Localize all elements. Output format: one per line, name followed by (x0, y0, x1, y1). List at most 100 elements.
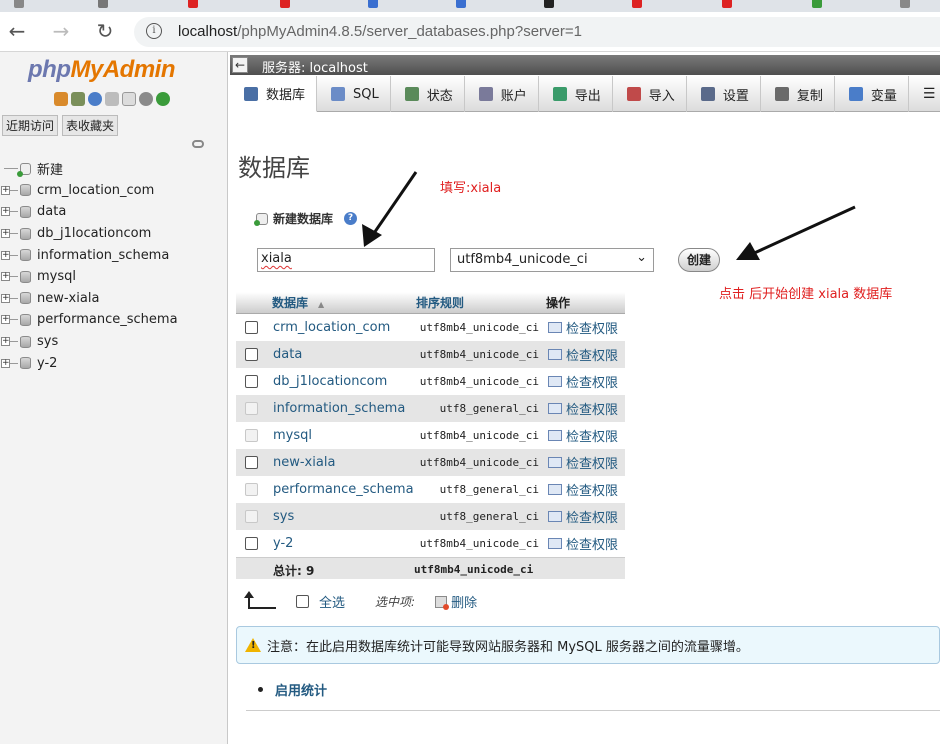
database-table: 数据库 ▲ 排序规则 操作 crm_location_com utf8mb4_uni… (236, 292, 625, 579)
database-name-link[interactable]: db_j1locationcom (273, 374, 387, 389)
select-all-checkbox[interactable] (296, 595, 309, 608)
expand-icon[interactable]: + (1, 315, 10, 325)
check-privileges-link[interactable]: 检查权限 (548, 372, 618, 391)
expand-icon[interactable]: + (1, 293, 10, 303)
check-privileges-label: 检查权限 (566, 376, 619, 391)
database-name-link[interactable]: performance_schema (273, 482, 414, 497)
expand-icon[interactable]: + (1, 185, 10, 195)
tree-item-database[interactable]: + db_j1locationcom (0, 223, 226, 245)
check-privileges-label: 检查权限 (566, 457, 619, 472)
favorites-button[interactable]: 表收藏夹 (62, 115, 119, 136)
expand-icon[interactable]: + (1, 272, 10, 282)
reload-icon[interactable]: ↻ (92, 18, 118, 44)
row-checkbox[interactable] (245, 348, 258, 361)
tree-item-label: y-2 (37, 355, 58, 371)
check-privileges-link[interactable]: 检查权限 (548, 318, 618, 337)
check-privileges-label: 检查权限 (566, 511, 619, 526)
check-privileges-link[interactable]: 检查权限 (548, 480, 618, 499)
row-checkbox[interactable] (245, 456, 258, 469)
url-field[interactable]: i localhost/phpMyAdmin4.8.5/server_datab… (134, 17, 940, 47)
gear-icon[interactable] (139, 92, 153, 106)
enable-statistics-link[interactable]: 启用统计 (258, 680, 327, 699)
tree-item-new[interactable]: 新建 (0, 158, 226, 180)
row-checkbox[interactable] (245, 321, 258, 334)
database-name-link[interactable]: crm_location_com (273, 320, 390, 335)
check-privileges-link[interactable]: 检查权限 (548, 507, 618, 526)
help-icon[interactable] (88, 92, 102, 106)
browser-tab[interactable] (188, 0, 198, 10)
tree-item-database[interactable]: + y-2 (0, 352, 226, 374)
delete-icon[interactable] (435, 595, 450, 610)
tree-item-database[interactable]: + new-xiala (0, 288, 226, 310)
column-header-database[interactable]: 数据库 ▲ (236, 294, 414, 311)
browser-tab[interactable] (812, 0, 822, 10)
link-icon[interactable] (192, 140, 204, 148)
select-all-label[interactable]: 全选 (319, 592, 345, 611)
enable-statistics-label: 启用统计 (275, 684, 328, 699)
database-collation: utf8mb4_unicode_ci (419, 348, 539, 361)
tab-favicon-icon (14, 0, 24, 8)
browser-tab[interactable] (900, 0, 910, 10)
database-name-link[interactable]: data (273, 347, 302, 362)
browser-tab[interactable] (280, 0, 290, 10)
expand-icon[interactable]: + (1, 250, 10, 260)
annotation-arrow-to-input (362, 171, 418, 247)
delete-button[interactable]: 删除 (451, 592, 477, 611)
expand-icon[interactable]: + (1, 358, 10, 368)
notice-text: 注意：在此启用数据库统计可能导致网站服务器和 MySQL 服务器之间的流量骤增。 (267, 639, 749, 655)
database-icon (20, 270, 31, 283)
row-checkbox[interactable] (245, 375, 258, 388)
recent-button[interactable]: 近期访问 (2, 115, 59, 136)
database-tree: 新建 + crm_location_com + data + db_j1locationc… (0, 158, 226, 374)
expand-icon[interactable]: + (1, 207, 10, 217)
sql-docs-icon[interactable] (122, 92, 136, 106)
database-name-link[interactable]: new-xiala (273, 455, 335, 470)
check-privileges-label: 检查权限 (566, 538, 619, 553)
tree-item-label: 新建 (37, 163, 64, 179)
tree-item-database[interactable]: + information_schema (0, 244, 226, 266)
database-name-link[interactable]: sys (273, 509, 294, 524)
forward-arrow-icon[interactable]: → (48, 18, 74, 44)
refresh-icon[interactable] (156, 92, 170, 106)
back-arrow-icon[interactable]: ← (4, 18, 30, 44)
tree-item-database[interactable]: + mysql (0, 266, 226, 288)
tree-item-database[interactable]: + performance_schema (0, 309, 226, 331)
docs-icon[interactable] (105, 92, 119, 106)
logout-icon[interactable] (71, 92, 85, 106)
database-icon (20, 357, 31, 370)
table-row: crm_location_com utf8mb4_unicode_ci 检查权限 (236, 314, 625, 341)
check-privileges-link[interactable]: 检查权限 (548, 534, 618, 553)
browser-tab[interactable] (632, 0, 642, 10)
browser-tab[interactable] (98, 0, 108, 10)
database-collation: utf8_general_ci (439, 402, 539, 415)
row-checkbox[interactable] (245, 537, 258, 550)
browser-tab[interactable] (544, 0, 554, 10)
tree-item-database[interactable]: + crm_location_com (0, 180, 226, 202)
expand-icon[interactable]: + (1, 229, 10, 239)
check-privileges-link[interactable]: 检查权限 (548, 426, 618, 445)
database-icon (20, 205, 31, 218)
database-name-link[interactable]: mysql (273, 428, 312, 443)
browser-tab[interactable] (14, 0, 24, 10)
browser-tab[interactable] (722, 0, 732, 10)
table-row: performance_schema utf8_general_ci 检查权限 (236, 476, 625, 503)
check-privileges-link[interactable]: 检查权限 (548, 453, 618, 472)
column-header-collation[interactable]: 排序规则 (414, 294, 546, 311)
database-name-link[interactable]: information_schema (273, 401, 405, 416)
expand-icon[interactable]: + (1, 337, 10, 347)
tree-item-label: new-xiala (37, 290, 100, 306)
tree-item-database[interactable]: + data (0, 201, 226, 223)
browser-tab[interactable] (456, 0, 466, 10)
column-header-database-label: 数据库 (272, 296, 309, 310)
database-icon (20, 292, 31, 305)
check-privileges-link[interactable]: 检查权限 (548, 345, 618, 364)
database-name-link[interactable]: y-2 (273, 536, 293, 551)
check-privileges-link[interactable]: 检查权限 (548, 399, 618, 418)
sort-ascending-icon: ▲ (318, 300, 325, 309)
tree-item-database[interactable]: + sys (0, 331, 226, 353)
browser-tab[interactable] (368, 0, 378, 10)
site-info-icon[interactable]: i (146, 23, 162, 39)
phpmyadmin-logo[interactable]: phpMyAdmin (28, 56, 175, 84)
home-icon[interactable] (54, 92, 68, 106)
left-navigation-panel: phpMyAdmin 近期访问 表收藏夹 新建 + crm_location_co… (0, 52, 228, 744)
